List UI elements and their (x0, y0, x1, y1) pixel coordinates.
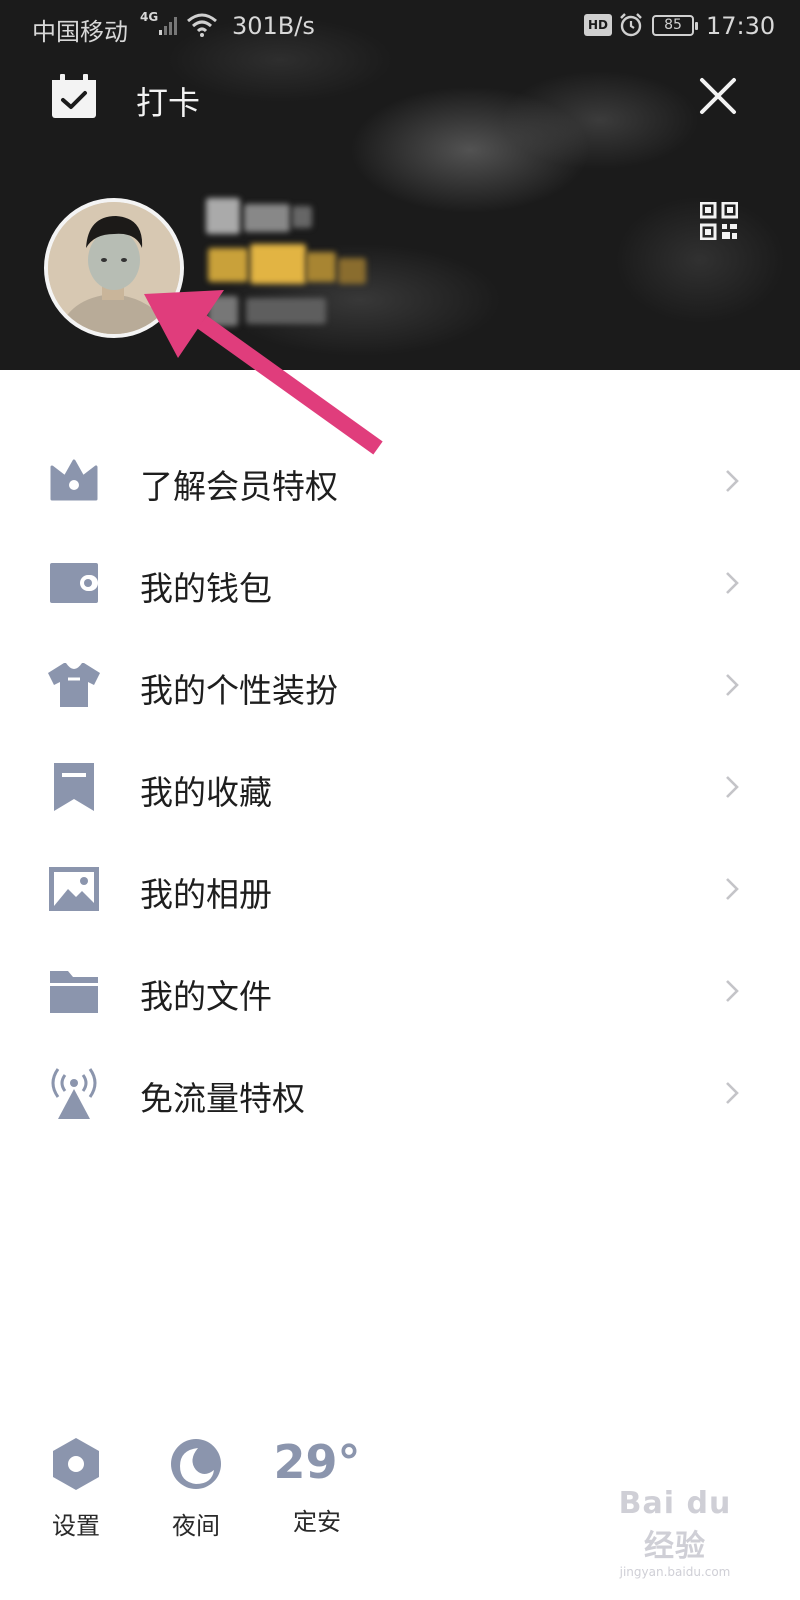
watermark-logo: Bai du 经验 jingyan.baidu.com (600, 1486, 750, 1579)
menu-item-theme[interactable]: 我的个性装扮 (0, 634, 800, 736)
weather-widget[interactable]: 29° 定安 (272, 1432, 362, 1552)
carrier-name: 中国移动 (32, 18, 128, 46)
menu-label: 我的文件 (140, 977, 272, 1016)
chevron-right-icon (726, 674, 739, 696)
chevron-right-icon (726, 776, 739, 798)
clock: 17:30 (706, 12, 776, 40)
chevron-right-icon (726, 572, 739, 594)
watermark-main: Bai du 经验 (618, 1486, 732, 1564)
menu-label: 我的钱包 (140, 569, 272, 608)
settings-label: 设置 (52, 1512, 100, 1540)
alarm-icon (620, 13, 642, 37)
night-mode-button[interactable]: 夜间 (156, 1432, 236, 1552)
chevron-right-icon (726, 878, 739, 900)
battery-indicator: 85 (652, 15, 698, 36)
menu-label: 我的个性装扮 (140, 671, 338, 710)
network-speed: 301B/s (232, 12, 315, 40)
watermark-sub: jingyan.baidu.com (619, 1565, 731, 1579)
menu-item-wallet[interactable]: 我的钱包 (0, 532, 800, 634)
menu-item-files[interactable]: 我的文件 (0, 940, 800, 1042)
menu-item-album[interactable]: 我的相册 (0, 838, 800, 940)
signal-icon (159, 17, 177, 35)
shirt-icon (48, 663, 100, 707)
wallet-icon (50, 563, 98, 603)
gear-icon (53, 1438, 99, 1490)
bookmark-icon (54, 763, 94, 811)
moon-icon (171, 1439, 221, 1489)
menu-label: 免流量特权 (140, 1079, 305, 1118)
weather-temperature: 29° (273, 1435, 361, 1489)
signal-tower-icon (51, 1068, 97, 1119)
checkin-label[interactable]: 打卡 (136, 78, 200, 124)
settings-button[interactable]: 设置 (36, 1432, 116, 1552)
network-type: 4G (140, 10, 159, 24)
status-bar: 中国移动 4G 301B/s HD 85 17:30 (0, 0, 800, 54)
night-label: 夜间 (172, 1512, 220, 1540)
chevron-right-icon (726, 980, 739, 1002)
photo-icon (49, 867, 99, 911)
profile-header: 中国移动 4G 301B/s HD 85 17:30 打卡 (0, 0, 800, 370)
wifi-icon (187, 13, 217, 37)
qr-code-icon[interactable] (700, 202, 738, 240)
menu-item-free-data[interactable]: 免流量特权 (0, 1042, 800, 1144)
weather-city: 定安 (293, 1508, 341, 1536)
menu-item-favorites[interactable]: 我的收藏 (0, 736, 800, 838)
close-icon[interactable] (698, 76, 738, 116)
menu-label: 我的相册 (140, 875, 272, 914)
menu-item-vip[interactable]: 了解会员特权 (0, 430, 800, 532)
chevron-right-icon (726, 1082, 739, 1104)
hd-badge: HD (584, 14, 612, 36)
calendar-check-icon[interactable] (50, 74, 98, 120)
chevron-right-icon (726, 470, 739, 492)
menu-label: 了解会员特权 (140, 467, 338, 506)
crown-icon (50, 459, 98, 501)
menu-label: 我的收藏 (140, 773, 272, 812)
folder-icon (50, 971, 98, 1013)
